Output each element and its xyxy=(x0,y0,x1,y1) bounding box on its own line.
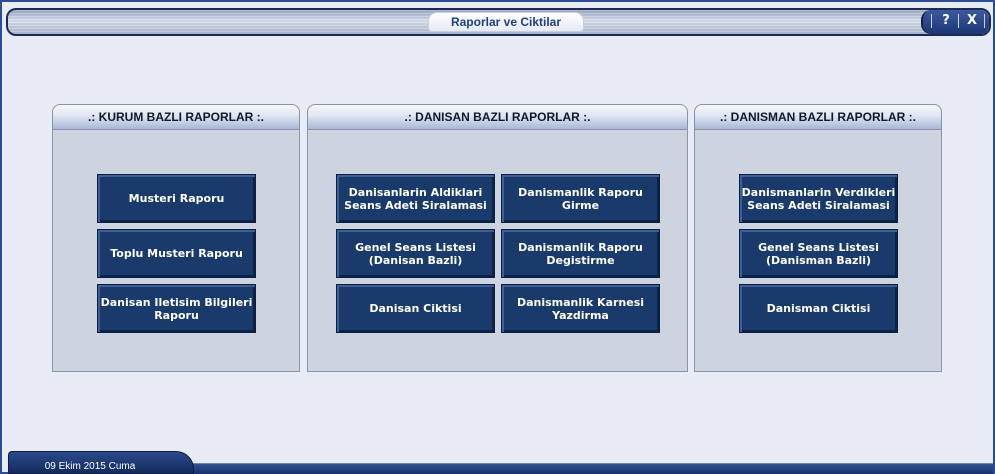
danisman-reports-panel: .: DANISMAN BAZLI RAPORLAR :. Danismanla… xyxy=(694,104,942,372)
danisman-seans-adeti-button[interactable]: Danismanlarin Verdikleri Seans Adeti Sir… xyxy=(739,174,898,223)
current-date: 09 Ekim 2015 Cuma xyxy=(44,461,136,472)
danisan-panel-body: Danisanlarin Aldiklari Seans Adeti Siral… xyxy=(307,130,688,372)
control-separator xyxy=(984,14,985,28)
danismanlik-karnesi-yazdirma-button[interactable]: Danismanlik Karnesi Yazdirma xyxy=(501,284,660,333)
close-button[interactable]: X xyxy=(963,12,981,30)
kurum-reports-panel: .: KURUM BAZLI RAPORLAR :. Musteri Rapor… xyxy=(52,104,300,372)
reports-window: Raporlar ve Ciktilar ? X .: KURUM BAZLI … xyxy=(0,0,995,474)
date-tab: 09 Ekim 2015 Cuma xyxy=(8,451,194,474)
genel-seans-listesi-danisan-button[interactable]: Genel Seans Listesi (Danisan Bazli) xyxy=(336,229,495,278)
title-bar[interactable]: Raporlar ve Ciktilar ? X xyxy=(6,8,991,36)
danisman-ciktisi-button[interactable]: Danisman Ciktisi xyxy=(739,284,898,333)
danismanlik-raporu-degistirme-button[interactable]: Danismanlik Raporu Degistirme xyxy=(501,229,660,278)
status-bar: 09 Ekim 2015 Cuma xyxy=(2,448,993,474)
danisman-panel-body: Danismanlarin Verdikleri Seans Adeti Sir… xyxy=(694,130,942,372)
danisman-panel-header: .: DANISMAN BAZLI RAPORLAR :. xyxy=(694,104,942,130)
status-bar-line xyxy=(182,463,993,474)
danisan-panel-header: .: DANISAN BAZLI RAPORLAR :. xyxy=(307,104,688,130)
window-controls: ? X xyxy=(921,10,989,34)
danismanlik-raporu-girme-button[interactable]: Danismanlik Raporu Girme xyxy=(501,174,660,223)
kurum-panel-body: Musteri Raporu Toplu Musteri Raporu Dani… xyxy=(52,130,300,372)
danisan-iletisim-raporu-button[interactable]: Danisan Iletisim Bilgileri Raporu xyxy=(97,284,256,333)
control-separator xyxy=(931,14,932,28)
musteri-raporu-button[interactable]: Musteri Raporu xyxy=(97,174,256,223)
help-button[interactable]: ? xyxy=(937,12,955,30)
genel-seans-listesi-danisman-button[interactable]: Genel Seans Listesi (Danisman Bazli) xyxy=(739,229,898,278)
danisan-reports-panel: .: DANISAN BAZLI RAPORLAR :. Danisanlari… xyxy=(307,104,688,372)
control-separator xyxy=(958,14,959,28)
kurum-panel-header: .: KURUM BAZLI RAPORLAR :. xyxy=(52,104,300,130)
danisan-ciktisi-button[interactable]: Danisan Ciktisi xyxy=(336,284,495,333)
seans-adeti-siralamasi-button[interactable]: Danisanlarin Aldiklari Seans Adeti Siral… xyxy=(336,174,495,223)
toplu-musteri-raporu-button[interactable]: Toplu Musteri Raporu xyxy=(97,229,256,278)
window-title: Raporlar ve Ciktilar xyxy=(450,15,562,29)
